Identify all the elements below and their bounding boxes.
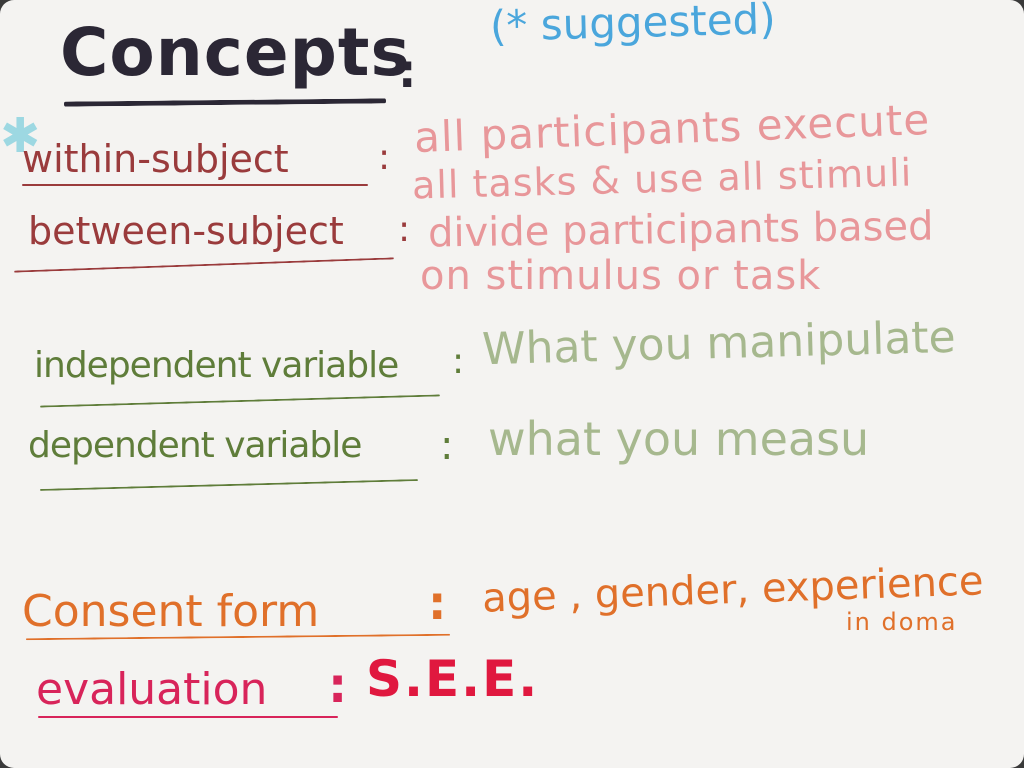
independent-variable-colon: :: [452, 341, 465, 382]
dependent-variable-term: dependent variable: [28, 425, 362, 466]
evaluation-value: S.E.E.: [366, 650, 540, 708]
independent-variable-underline: [40, 394, 440, 408]
between-subject-definition-line-2: on stimulus or task: [420, 253, 822, 299]
within-subject-term: within-subject: [22, 137, 289, 181]
evaluation-underline: [38, 716, 338, 718]
evaluation-term: evaluation: [36, 664, 268, 715]
independent-variable-definition: What you manipulate: [481, 311, 957, 376]
within-subject-colon: :: [378, 137, 391, 178]
independent-variable-term: independent variable: [34, 345, 399, 386]
within-subject-definition-line-1: all participants execute: [413, 95, 931, 162]
title-colon: :: [398, 44, 417, 98]
consent-form-value-continuation: in doma: [846, 608, 958, 636]
consent-form-term: Consent form: [22, 586, 320, 637]
dependent-variable-colon: :: [440, 423, 454, 469]
evaluation-colon: :: [328, 658, 348, 714]
within-subject-definition-line-2: all tasks & use all stimuli: [411, 150, 913, 208]
between-subject-colon: :: [398, 209, 411, 250]
between-subject-underline: [14, 257, 394, 273]
suggested-note: (* suggested): [489, 0, 777, 51]
between-subject-definition-line-1: divide participants based: [427, 203, 934, 257]
within-subject-underline: [22, 184, 368, 186]
consent-form-colon: :: [428, 576, 447, 630]
dependent-variable-underline: [40, 479, 418, 491]
whiteboard-canvas: Concepts : (* suggested) ✱ within-subjec…: [0, 0, 1024, 768]
dependent-variable-definition: what you measu: [488, 412, 870, 466]
title-underline: [63, 98, 387, 107]
page-title: Concepts: [60, 14, 411, 91]
between-subject-term: between-subject: [28, 209, 344, 253]
